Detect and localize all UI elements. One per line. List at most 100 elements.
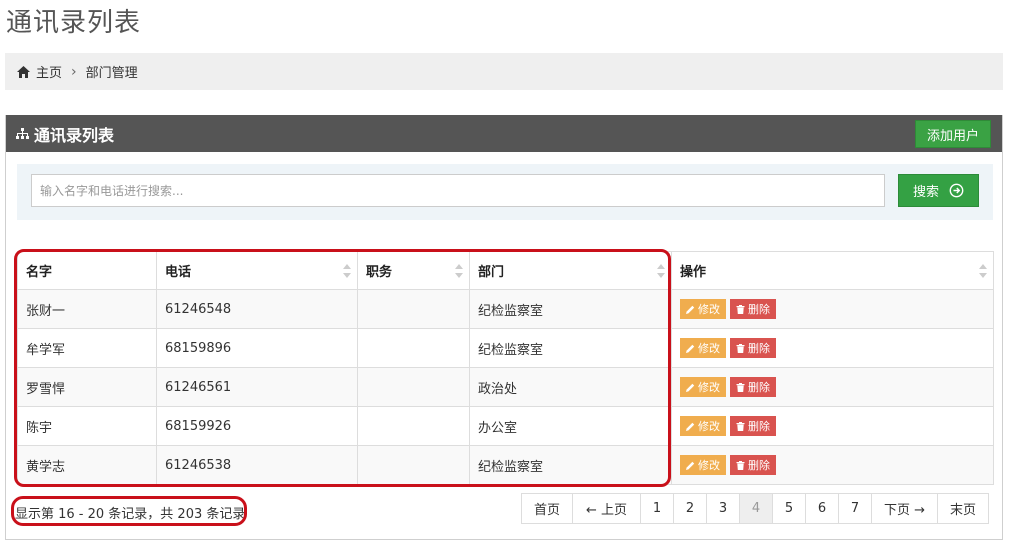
edit-button[interactable]: 修改	[680, 299, 726, 319]
delete-label: 删除	[748, 342, 770, 355]
delete-button[interactable]: 删除	[730, 416, 776, 436]
pagination-last[interactable]: 末页	[937, 493, 989, 524]
delete-label: 删除	[748, 303, 770, 316]
edit-label: 修改	[698, 342, 720, 355]
cell-dept: 纪检监察室	[469, 289, 672, 329]
delete-button[interactable]: 删除	[730, 338, 776, 358]
column-header-actions[interactable]: 操作	[671, 251, 994, 290]
cell-name: 罗雪悍	[17, 367, 157, 407]
cell-phone: 68159896	[156, 328, 358, 368]
pagination-page[interactable]: 3	[706, 493, 740, 524]
cell-dept: 纪检监察室	[469, 328, 672, 368]
delete-label: 删除	[748, 459, 770, 472]
search-button[interactable]: 搜索	[898, 174, 979, 207]
cell-actions: 修改 删除	[671, 289, 994, 329]
cell-dept: 纪检监察室	[469, 445, 672, 485]
delete-button[interactable]: 删除	[730, 299, 776, 319]
table-row: 陈宇 68159926 办公室 修改 删除	[17, 406, 994, 446]
delete-label: 删除	[748, 381, 770, 394]
breadcrumb-home-link[interactable]: 主页	[36, 62, 62, 81]
cell-phone: 61246538	[156, 445, 358, 485]
contacts-table-wrapper: 名字 电话 职务 部门 操作 张财一 61246548 纪检监察室 修改 删除 牟学军 68…	[17, 251, 994, 485]
trash-icon	[736, 460, 745, 470]
sort-icon	[979, 264, 987, 278]
cell-actions: 修改 删除	[671, 406, 994, 446]
home-icon	[17, 65, 30, 78]
records-info: 显示第 16 - 20 条记录，共 203 条记录	[15, 507, 246, 522]
cell-name: 张财一	[17, 289, 157, 329]
pencil-icon	[686, 305, 695, 314]
add-user-button[interactable]: 添加用户	[915, 120, 991, 148]
sort-icon	[455, 264, 463, 278]
delete-button[interactable]: 删除	[730, 455, 776, 475]
breadcrumb-separator: ›	[71, 63, 77, 80]
column-header-title[interactable]: 职务	[357, 251, 470, 290]
panel-heading: 通讯录列表	[6, 115, 1002, 152]
cell-title	[357, 367, 470, 407]
table-row: 罗雪悍 61246561 政治处 修改 删除	[17, 367, 994, 407]
cell-actions: 修改 删除	[671, 445, 994, 485]
pencil-icon	[686, 344, 695, 353]
cell-actions: 修改 删除	[671, 328, 994, 368]
cell-name: 牟学军	[17, 328, 157, 368]
pagination-page[interactable]: 1	[640, 493, 674, 524]
trash-icon	[736, 382, 745, 392]
edit-button[interactable]: 修改	[680, 455, 726, 475]
pagination-next[interactable]: 下页 →	[871, 493, 938, 524]
cell-name: 黄学志	[17, 445, 157, 485]
pencil-icon	[686, 383, 695, 392]
breadcrumb-current: 部门管理	[85, 66, 138, 81]
pagination-first[interactable]: 首页	[521, 493, 573, 524]
trash-icon	[736, 421, 745, 431]
edit-button[interactable]: 修改	[680, 416, 726, 436]
cell-name: 陈宇	[17, 406, 157, 446]
pagination-page[interactable]: 7	[838, 493, 872, 524]
cell-dept: 办公室	[469, 406, 672, 446]
page-title: 通讯录列表	[6, 8, 142, 38]
search-input[interactable]	[31, 174, 885, 207]
breadcrumb: 主页 › 部门管理	[5, 53, 1003, 90]
trash-icon	[736, 343, 745, 353]
cell-title	[357, 328, 470, 368]
cell-phone: 61246561	[156, 367, 358, 407]
cell-title	[357, 406, 470, 446]
cell-actions: 修改 删除	[671, 367, 994, 407]
column-header-phone[interactable]: 电话	[156, 251, 358, 290]
edit-label: 修改	[698, 303, 720, 316]
edit-button[interactable]: 修改	[680, 377, 726, 397]
cell-title	[357, 289, 470, 329]
table-row: 牟学军 68159896 纪检监察室 修改 删除	[17, 328, 994, 368]
cell-phone: 68159926	[156, 406, 358, 446]
table-row: 黄学志 61246538 纪检监察室 修改 删除	[17, 445, 994, 485]
pagination-page-current: 4	[739, 493, 773, 524]
sort-icon	[343, 264, 351, 278]
cell-phone: 61246548	[156, 289, 358, 329]
edit-label: 修改	[698, 459, 720, 472]
search-button-label: 搜索	[912, 185, 939, 200]
pencil-icon	[686, 422, 695, 431]
pagination-page[interactable]: 2	[673, 493, 707, 524]
sort-icon	[657, 264, 665, 278]
search-bar: 搜索	[17, 164, 993, 220]
edit-button[interactable]: 修改	[680, 338, 726, 358]
pagination-page[interactable]: 5	[772, 493, 806, 524]
table-header-row: 名字 电话 职务 部门 操作	[17, 251, 994, 290]
sitemap-icon	[16, 128, 29, 139]
pagination-prev[interactable]: ← 上页	[572, 493, 641, 524]
contacts-table: 名字 电话 职务 部门 操作 张财一 61246548 纪检监察室 修改 删除 牟学军 68…	[17, 251, 994, 485]
cell-dept: 政治处	[469, 367, 672, 407]
cell-title	[357, 445, 470, 485]
circle-arrow-right-icon	[949, 183, 964, 198]
column-header-name[interactable]: 名字	[17, 251, 157, 290]
edit-label: 修改	[698, 381, 720, 394]
contacts-panel: 通讯录列表 添加用户 搜索 名字 电话 职务 部门	[5, 115, 1003, 540]
pencil-icon	[686, 461, 695, 470]
panel-title: 通讯录列表	[34, 125, 115, 145]
table-row: 张财一 61246548 纪检监察室 修改 删除	[17, 289, 994, 329]
pagination-page[interactable]: 6	[805, 493, 839, 524]
trash-icon	[736, 304, 745, 314]
delete-button[interactable]: 删除	[730, 377, 776, 397]
edit-label: 修改	[698, 420, 720, 433]
column-header-dept[interactable]: 部门	[469, 251, 672, 290]
delete-label: 删除	[748, 420, 770, 433]
